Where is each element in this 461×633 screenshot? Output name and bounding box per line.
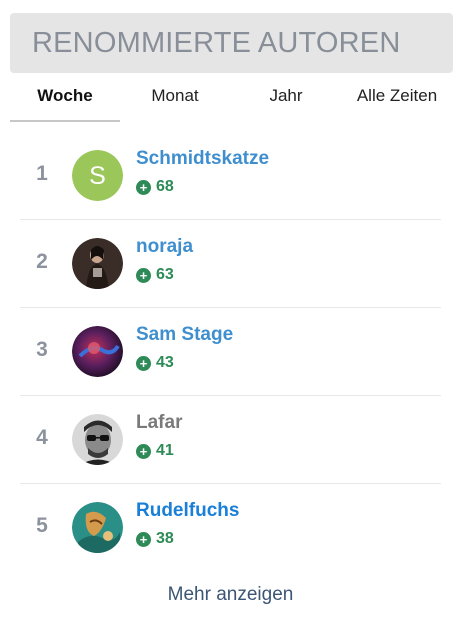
score: + 63 (136, 266, 174, 284)
avatar[interactable]: S (72, 150, 123, 201)
plus-circle-icon: + (136, 267, 151, 283)
rank-number: 4 (36, 426, 48, 449)
show-more-link[interactable]: Mehr anzeigen (0, 584, 461, 606)
author-name-link[interactable]: Schmidtskatze (136, 148, 269, 170)
list-item: 4 Lafar + 41 (20, 396, 441, 484)
avatar-letter: S (89, 162, 106, 190)
rank-number: 2 (36, 250, 48, 273)
plus-circle-icon: + (136, 355, 151, 371)
list-item: 3 Sam Stage + 43 (20, 308, 441, 396)
period-tabs: Woche Monat Jahr Alle Zeiten (10, 84, 453, 122)
author-list: 1 S Schmidtskatze + 68 2 noraja + 63 3 S… (20, 132, 441, 572)
author-name-link[interactable]: Sam Stage (136, 324, 233, 346)
widget-title: RENOMMIERTE AUTOREN (32, 27, 401, 59)
list-item: 1 S Schmidtskatze + 68 (20, 132, 441, 220)
tab-all-time[interactable]: Alle Zeiten (341, 84, 453, 120)
rank-number: 3 (36, 338, 48, 361)
avatar[interactable] (72, 238, 123, 289)
author-name-link[interactable]: noraja (136, 236, 193, 258)
score-value: 68 (156, 178, 174, 195)
tab-year[interactable]: Jahr (231, 84, 341, 120)
author-name-link[interactable]: Rudelfuchs (136, 500, 239, 522)
tab-month[interactable]: Monat (120, 84, 230, 120)
plus-circle-icon: + (136, 179, 151, 195)
score: + 43 (136, 354, 174, 372)
avatar[interactable] (72, 502, 123, 553)
score: + 38 (136, 530, 174, 548)
score-value: 43 (156, 354, 174, 371)
score-value: 41 (156, 442, 174, 459)
author-name-link[interactable]: Lafar (136, 412, 182, 434)
plus-circle-icon: + (136, 443, 151, 459)
list-item: 5 Rudelfuchs + 38 (20, 484, 441, 572)
tab-week[interactable]: Woche (10, 84, 120, 122)
rank-number: 5 (36, 514, 48, 537)
avatar[interactable] (72, 326, 123, 377)
widget-header: RENOMMIERTE AUTOREN (10, 13, 453, 73)
score: + 41 (136, 442, 174, 460)
rank-number: 1 (36, 162, 48, 185)
avatar[interactable] (72, 414, 123, 465)
score-value: 38 (156, 530, 174, 547)
list-item: 2 noraja + 63 (20, 220, 441, 308)
plus-circle-icon: + (136, 531, 151, 547)
score-value: 63 (156, 266, 174, 283)
score: + 68 (136, 178, 174, 196)
